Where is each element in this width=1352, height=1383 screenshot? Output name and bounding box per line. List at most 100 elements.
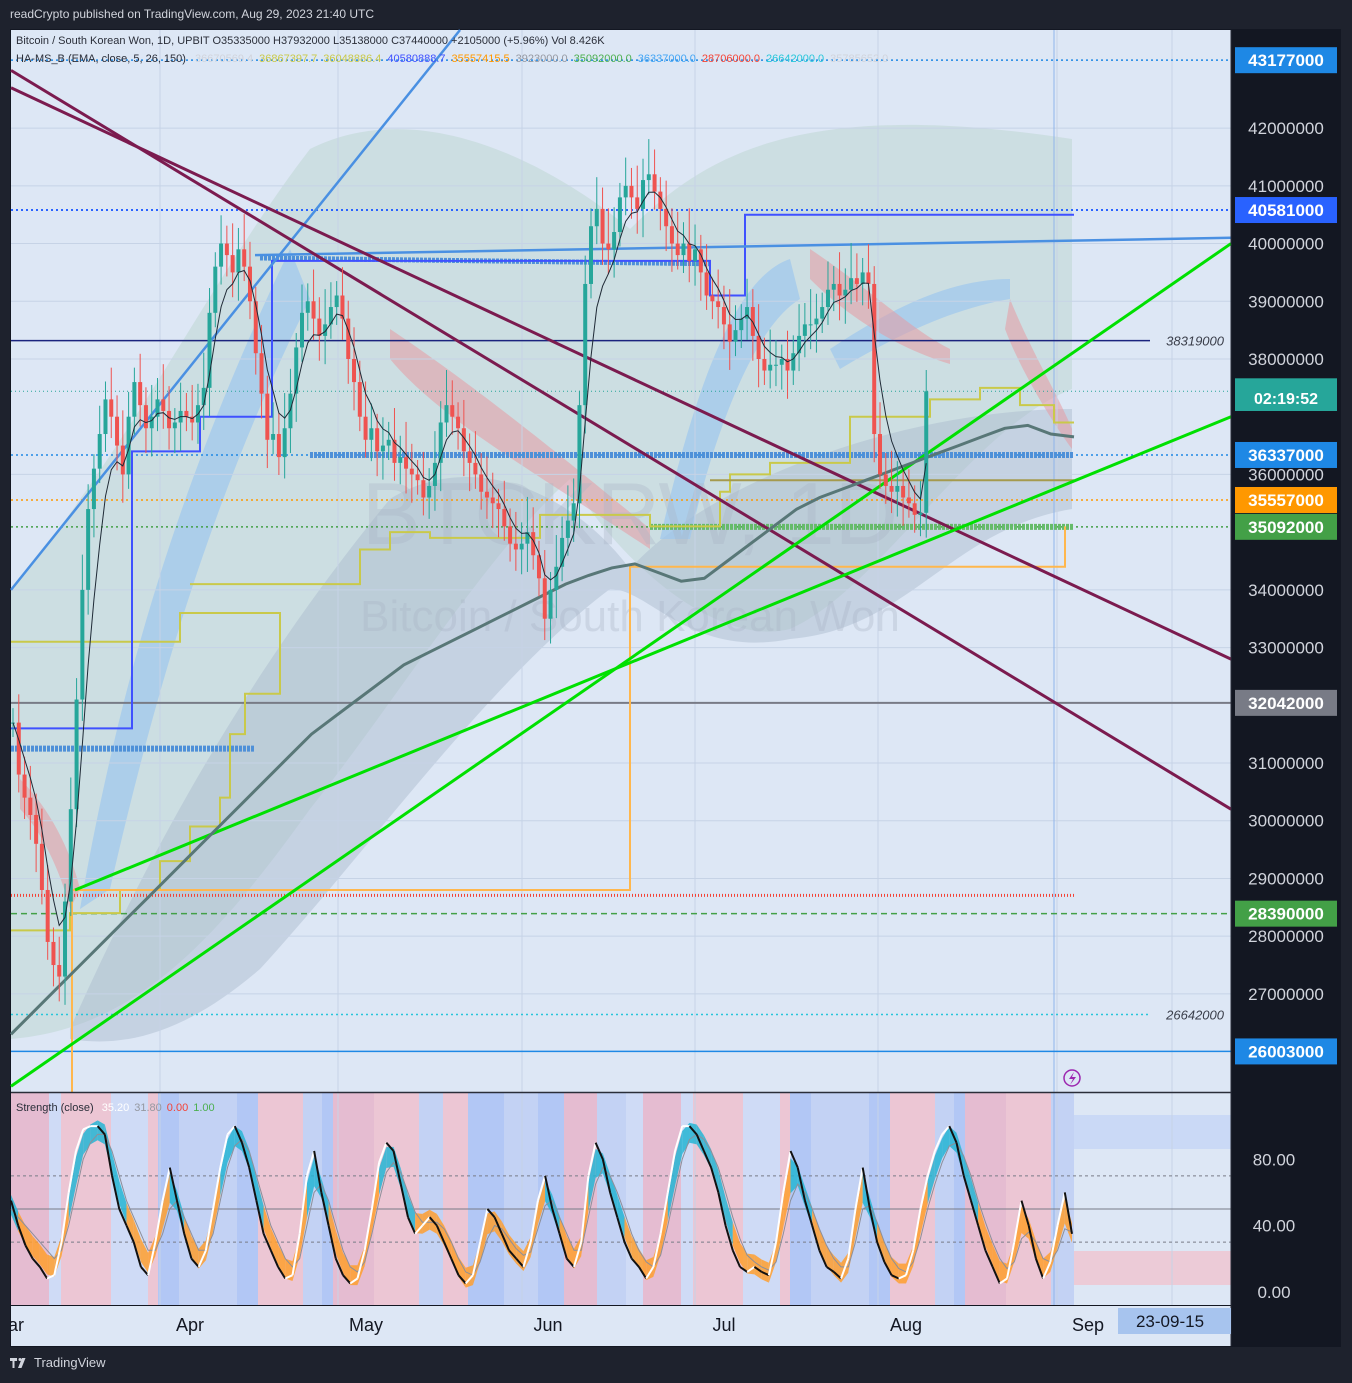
candle-body [791, 353, 796, 371]
candle-body [398, 457, 403, 463]
candle-body [120, 445, 125, 475]
candle-body [629, 185, 634, 198]
candle-body [820, 307, 825, 319]
footer: TradingView [10, 1355, 106, 1370]
countdown-text: 02:19:52 [1254, 391, 1318, 408]
candle-body [259, 353, 264, 394]
candle-body [57, 965, 62, 977]
oscillator-upper-zone [1074, 1115, 1231, 1149]
candle-body [756, 335, 761, 359]
candle-body [294, 347, 299, 394]
candle-body [594, 208, 599, 227]
candle-body [635, 197, 640, 209]
time-axis-label: May [349, 1315, 383, 1335]
candle-body [450, 405, 455, 417]
candle-body [300, 312, 304, 348]
candle-body [334, 295, 339, 308]
candle-body [242, 249, 247, 267]
candle-body [363, 416, 368, 440]
strength-value: 0.00 [167, 1102, 188, 1114]
candle-body [167, 410, 172, 429]
candle-body [912, 503, 917, 515]
oscillator-bg-band [419, 1093, 443, 1305]
candle-body [878, 434, 882, 475]
indicator-value: 35092000.0 [574, 53, 632, 65]
oscillator-bg-band [179, 1093, 203, 1305]
strength-value: 1.00 [193, 1102, 214, 1114]
candle-body [276, 434, 281, 458]
candle-body [762, 358, 767, 371]
candle-body [317, 318, 322, 336]
price-axis-tick: 39000000 [1248, 292, 1324, 311]
candle-body [34, 814, 39, 844]
level-annotation-text: 26642000 [1165, 1008, 1225, 1023]
candle-body [652, 174, 657, 192]
candle-body [571, 503, 576, 521]
chart-svg[interactable]: BTCKRW, 1D Bitcoin / South Korean Won Bi… [8, 29, 1341, 1347]
oscillator-bg-band [203, 1093, 237, 1305]
oscillator-bg-band [869, 1093, 890, 1305]
candle-body [346, 318, 351, 359]
candle-body [45, 889, 50, 942]
candle-body [80, 589, 85, 700]
oscillator-bg-band [504, 1093, 538, 1305]
indicator-value: 36867397.7 [259, 53, 317, 65]
strength-value: 35.20 [102, 1102, 130, 1114]
candle-body [565, 520, 570, 538]
candle-body [224, 243, 229, 256]
candle-body [872, 283, 877, 435]
candle-body [484, 491, 489, 498]
candle-body [733, 330, 738, 342]
oscillator-bg-band [935, 1093, 954, 1305]
candle-body [831, 283, 836, 290]
price-label-text: 40581000 [1248, 201, 1324, 220]
oscillator-axis-tick: 0.00 [1257, 1283, 1290, 1302]
indicator-value: 40580888.7 [387, 53, 445, 65]
candle-body [16, 722, 21, 775]
candle-body [28, 797, 33, 815]
candle-body [39, 843, 44, 890]
candle-body [74, 699, 79, 810]
candle-body [664, 208, 669, 227]
tradingview-logo-icon [10, 1357, 26, 1368]
candle-body [305, 301, 310, 313]
candle-body [490, 497, 495, 504]
candle-body [456, 416, 461, 429]
legend-symbol-line: Bitcoin / South Korean Won, 1D, UPBIT O3… [16, 35, 605, 47]
candle-body [109, 399, 114, 417]
candle-body [687, 243, 692, 261]
candle-body [854, 278, 859, 284]
oscillator-bg-band [811, 1093, 835, 1305]
candle-body [132, 382, 137, 417]
publisher-line: readCrypto published on TradingView.com,… [10, 7, 375, 21]
price-axis-tick: 41000000 [1248, 177, 1324, 196]
candle-body [519, 543, 524, 550]
candle-body [51, 941, 56, 966]
candle-body [247, 266, 252, 302]
price-axis-tick: 28000000 [1248, 927, 1324, 946]
candle-body [236, 249, 241, 273]
candle-body [906, 497, 911, 504]
candle-body [467, 451, 472, 463]
candle-body [386, 439, 391, 446]
indicator-value: 36670569.4 [195, 53, 253, 65]
candle-body [612, 232, 617, 250]
price-label-text: 32042000 [1248, 694, 1324, 713]
price-axis-tick: 38000000 [1248, 350, 1324, 369]
candle-body [115, 416, 120, 446]
candle-body [727, 324, 732, 342]
candle-body [265, 393, 270, 440]
candle-body [716, 301, 721, 308]
candle-body [768, 364, 773, 371]
candle-body [161, 399, 166, 411]
price-label-text: 36337000 [1248, 446, 1324, 465]
candle-body [172, 422, 177, 429]
candle-body [837, 283, 842, 296]
oscillator-fill-segment [761, 1259, 769, 1283]
candle-body [704, 272, 709, 296]
candle-body [22, 774, 27, 798]
candle-body [710, 295, 715, 302]
candle-body [623, 185, 628, 198]
time-axis-label: Apr [176, 1315, 204, 1335]
strength-value: 31.80 [134, 1102, 162, 1114]
